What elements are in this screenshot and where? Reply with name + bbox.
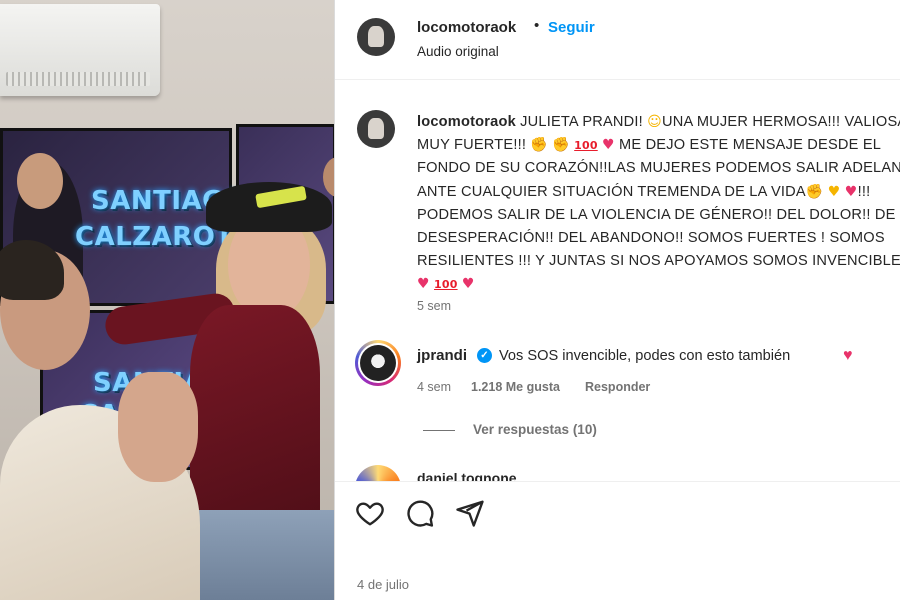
- comment-text: Vos SOS invencible, podes con esto tambi…: [499, 348, 791, 364]
- air-conditioner: [0, 4, 160, 96]
- instagram-post-view: SANTIAGO CALZAROTTO SANTIAGO CALZ locomo…: [0, 0, 900, 600]
- comment-likes[interactable]: 1.218 Me gusta: [471, 380, 560, 394]
- replies-divider: [423, 430, 455, 431]
- black-cap: [206, 182, 332, 232]
- reply-button[interactable]: Responder: [585, 380, 650, 394]
- hundred-points-icon: 100: [574, 139, 598, 153]
- share-icon[interactable]: [455, 498, 485, 528]
- action-bar: 4 de julio: [335, 481, 900, 600]
- follow-button[interactable]: Seguir: [548, 19, 595, 36]
- next-comment-partial: daniel.tognone: [335, 465, 900, 481]
- yellow-heart-icon: ♥: [827, 183, 841, 200]
- caption-avatar[interactable]: [357, 110, 395, 148]
- heart-emoji-icon: ♥: [417, 276, 430, 293]
- caption-username[interactable]: locomotoraok: [417, 114, 516, 130]
- next-commenter-avatar[interactable]: [355, 465, 401, 481]
- comment-timestamp[interactable]: 4 sem: [417, 380, 451, 394]
- jeans: [188, 510, 334, 600]
- commenter-avatar[interactable]: [355, 340, 401, 386]
- commenter-username[interactable]: jprandi: [417, 347, 467, 364]
- flexed-biceps-icon: ✊: [530, 137, 548, 154]
- post-header: locomotoraok • Seguir Audio original: [335, 0, 900, 80]
- hundred-points-icon: 100: [434, 278, 458, 292]
- heart-emoji-icon: ♥: [602, 137, 615, 154]
- hugging-face-icon: ☺: [647, 114, 662, 130]
- audio-link[interactable]: Audio original: [417, 44, 499, 59]
- author-avatar[interactable]: [357, 18, 395, 56]
- caption-text: locomotoraok JULIETA PRANDI! ☺UNA MUJER …: [417, 111, 900, 297]
- heart-emoji-icon: ♥: [843, 347, 853, 364]
- comment-icon[interactable]: [405, 498, 435, 528]
- caption-timestamp[interactable]: 5 sem: [417, 299, 451, 313]
- post-date[interactable]: 4 de julio: [357, 577, 409, 592]
- post-details-panel: locomotoraok • Seguir Audio original loc…: [334, 0, 900, 600]
- verified-icon: ✓: [477, 348, 492, 363]
- separator-dot: •: [534, 17, 540, 34]
- flexed-biceps-icon: ✊: [552, 137, 570, 154]
- clapping-hands: [118, 372, 198, 482]
- caption-part-1: JULIETA PRANDI!: [515, 114, 648, 130]
- heart-emoji-icon: ♥: [461, 276, 475, 293]
- heart-icon[interactable]: [355, 498, 385, 528]
- post-media[interactable]: SANTIAGO CALZAROTTO SANTIAGO CALZ: [0, 0, 334, 600]
- heart-emoji-icon: ♥: [844, 183, 858, 200]
- author-username[interactable]: locomotoraok: [417, 19, 516, 36]
- view-replies-button[interactable]: Ver respuestas (10): [473, 422, 597, 437]
- red-blouse: [190, 305, 320, 535]
- flexed-biceps-icon: ✊: [805, 183, 824, 200]
- next-commenter-username[interactable]: daniel.tognone: [417, 470, 517, 481]
